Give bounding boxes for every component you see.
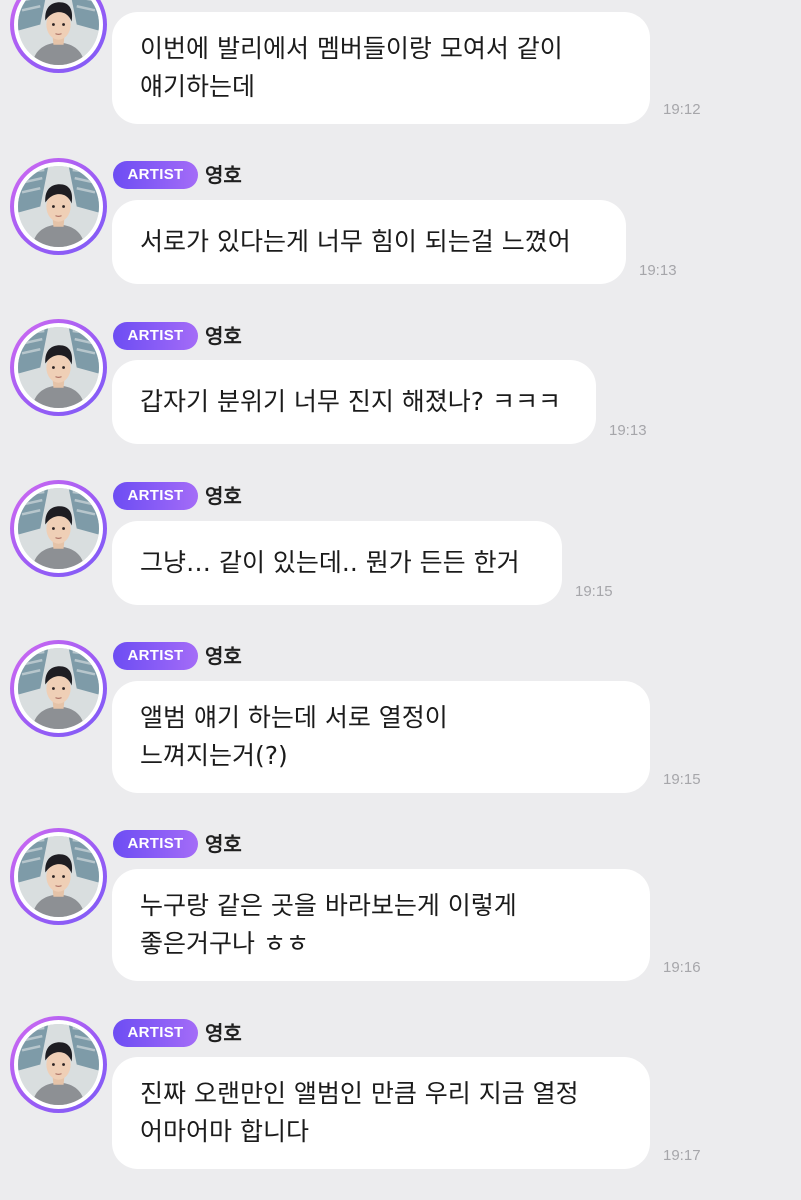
message-time: 19:17 <box>663 1147 701 1164</box>
message-line: 누구랑 같은 곳을 바라보는게 이렇게 <box>140 891 517 920</box>
artist-avatar[interactable] <box>10 1016 107 1113</box>
message-bubble[interactable]: 갑자기 분위기 너무 진지 해졌나? ㅋㅋㅋ <box>112 360 596 444</box>
artist-avatar[interactable] <box>10 480 107 577</box>
message-bubble[interactable]: 앨범 얘기 하는데 서로 열정이 느껴지는거(?) <box>112 681 650 793</box>
message-line: 갑자기 분위기 너무 진지 해졌나? ㅋㅋㅋ <box>140 387 562 416</box>
message-time: 19:16 <box>663 959 701 976</box>
message-time: 19:15 <box>575 583 613 600</box>
sender-name[interactable]: 영호 <box>205 642 242 670</box>
sender-name[interactable]: 영호 <box>205 482 242 510</box>
message-line: 서로가 있다는게 너무 힘이 되는걸 느꼈어 <box>140 227 571 256</box>
artist-badge: ARTIST <box>113 322 198 350</box>
message-time: 19:13 <box>609 422 647 439</box>
message-time: 19:15 <box>663 771 701 788</box>
message-bubble[interactable]: 서로가 있다는게 너무 힘이 되는걸 느꼈어 <box>112 200 626 284</box>
message-line: 좋은거구나 ㅎㅎ <box>140 929 309 958</box>
artist-badge: ARTIST <box>113 482 198 510</box>
avatar-photo <box>18 488 99 569</box>
artist-avatar[interactable] <box>10 158 107 255</box>
avatar-photo <box>18 0 99 65</box>
message-line: 그냥… 같이 있는데.. 뭔가 든든 한거 <box>140 548 520 577</box>
message-line: 얘기하는데 <box>140 72 256 101</box>
message-line: 진짜 오랜만인 앨범인 만큼 우리 지금 열정 <box>140 1079 579 1108</box>
artist-avatar[interactable] <box>10 828 107 925</box>
avatar-photo <box>18 166 99 247</box>
sender-name[interactable]: 영호 <box>205 161 242 189</box>
message-bubble[interactable]: 이번에 발리에서 멤버들이랑 모여서 같이 얘기하는데 <box>112 12 650 124</box>
message-time: 19:12 <box>663 101 701 118</box>
artist-badge: ARTIST <box>113 1019 198 1047</box>
message-line: 어마어마 합니다 <box>140 1117 309 1146</box>
message-line: 이번에 발리에서 멤버들이랑 모여서 같이 <box>140 34 563 63</box>
artist-badge: ARTIST <box>113 830 198 858</box>
avatar-photo <box>18 1024 99 1105</box>
artist-badge: ARTIST <box>113 161 198 189</box>
artist-avatar[interactable] <box>10 640 107 737</box>
message-line: 앨범 얘기 하는데 서로 열정이 <box>140 703 448 732</box>
avatar-photo <box>18 836 99 917</box>
message-bubble[interactable]: 진짜 오랜만인 앨범인 만큼 우리 지금 열정 어마어마 합니다 <box>112 1057 650 1169</box>
message-time: 19:13 <box>639 262 677 279</box>
chat-thread[interactable]: 이번에 발리에서 멤버들이랑 모여서 같이 얘기하는데 19:12 ARTIST… <box>0 0 801 1200</box>
sender-name[interactable]: 영호 <box>205 1019 242 1047</box>
message-bubble[interactable]: 누구랑 같은 곳을 바라보는게 이렇게 좋은거구나 ㅎㅎ <box>112 869 650 981</box>
artist-badge: ARTIST <box>113 642 198 670</box>
sender-name[interactable]: 영호 <box>205 830 242 858</box>
message-bubble[interactable]: 그냥… 같이 있는데.. 뭔가 든든 한거 <box>112 521 562 605</box>
avatar-photo <box>18 327 99 408</box>
artist-avatar[interactable] <box>10 319 107 416</box>
artist-avatar[interactable] <box>10 0 107 73</box>
avatar-photo <box>18 648 99 729</box>
sender-name[interactable]: 영호 <box>205 322 242 350</box>
message-line: 느껴지는거(?) <box>140 741 288 770</box>
